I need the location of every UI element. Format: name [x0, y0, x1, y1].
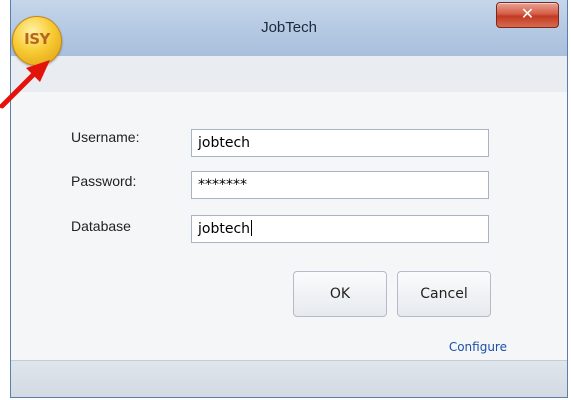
username-label: Username:	[71, 129, 140, 145]
database-label: Database	[71, 218, 131, 234]
close-button[interactable]: ✕	[496, 2, 559, 28]
configure-link[interactable]: Configure	[449, 340, 507, 354]
text-caret	[251, 220, 253, 236]
toolbar-strip	[11, 56, 567, 93]
title-bar[interactable]: JobTech ✕	[11, 0, 567, 57]
window-title: JobTech	[261, 19, 317, 36]
username-input[interactable]: jobtech	[191, 129, 489, 157]
close-icon: ✕	[520, 6, 535, 23]
username-value: jobtech	[198, 135, 251, 151]
database-value: jobtech	[198, 221, 251, 237]
login-window: JobTech ✕ Username: jobtech Password: **…	[10, 0, 568, 398]
password-input[interactable]: *******	[191, 171, 489, 199]
cancel-button[interactable]: Cancel	[397, 271, 491, 317]
login-form: Username: jobtech Password: ******* Data…	[11, 92, 567, 362]
password-label: Password:	[71, 173, 137, 189]
ok-button[interactable]: OK	[293, 271, 387, 317]
status-bar	[11, 360, 567, 397]
database-input[interactable]: jobtech	[191, 215, 489, 243]
red-arrow-icon	[0, 60, 50, 109]
password-value: *******	[198, 177, 247, 193]
